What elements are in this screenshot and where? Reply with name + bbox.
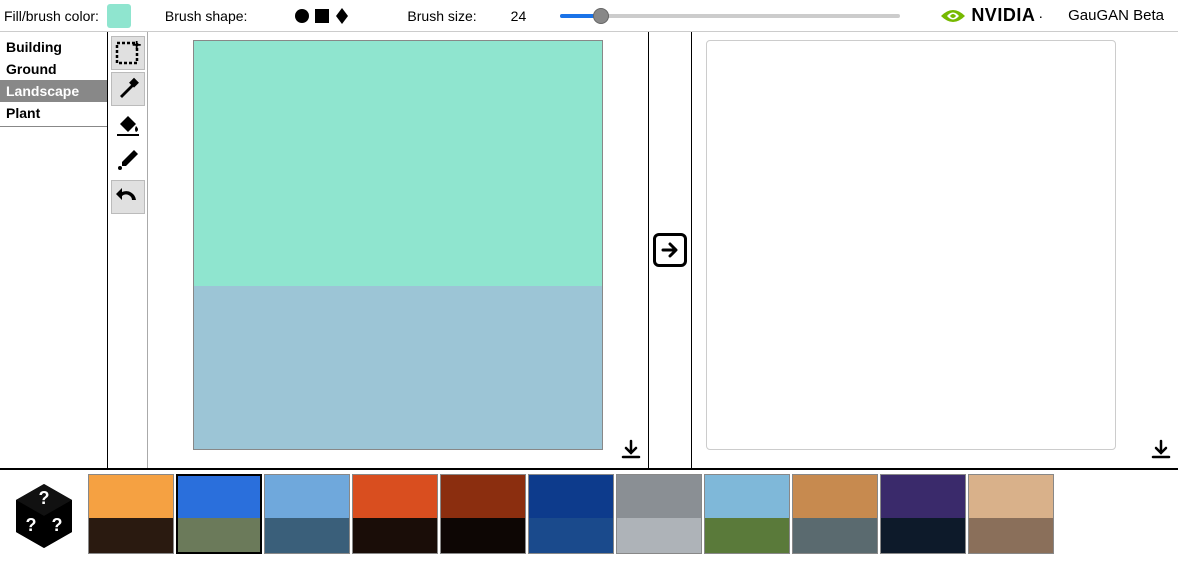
arrow-right-icon (660, 240, 680, 260)
style-thumb-sunset-red[interactable] (352, 474, 438, 554)
category-item-landscape[interactable]: Landscape (0, 80, 107, 102)
app-title: GauGAN Beta (1068, 7, 1164, 24)
style-thumb-golden-clouds[interactable] (792, 474, 878, 554)
style-thumb-purple-sunset[interactable] (880, 474, 966, 554)
svg-text:?: ? (39, 488, 50, 508)
download-segmentation-button[interactable] (620, 439, 642, 464)
nvidia-logo: NVIDIA. (939, 5, 1042, 26)
category-item-building[interactable]: Building (0, 36, 107, 58)
undo-icon (114, 182, 142, 213)
brush-icon (114, 74, 142, 105)
eyedropper-tool-button[interactable] (111, 144, 145, 178)
random-style-button[interactable]: ??? (2, 474, 86, 554)
style-thumb-grey-storm[interactable] (616, 474, 702, 554)
svg-text:+: + (132, 38, 141, 54)
svg-text:?: ? (26, 515, 37, 535)
brush-size-value: 24 (511, 8, 527, 24)
seg-region-bottom (194, 286, 602, 449)
top-toolbar: Fill/brush color: Brush shape: Brush siz… (0, 0, 1178, 32)
eyedropper-icon (114, 146, 142, 177)
style-thumbnail-strip: ??? (0, 470, 1178, 558)
dice-icon: ??? (5, 477, 83, 551)
brush-size-label: Brush size: (407, 8, 476, 24)
style-thumb-lake-deep-blue[interactable] (528, 474, 614, 554)
style-thumb-road-blue-sky[interactable] (176, 474, 262, 554)
download-icon (1150, 439, 1172, 461)
style-thumb-dusk-dark-red[interactable] (440, 474, 526, 554)
download-icon (620, 439, 642, 461)
output-column (692, 32, 1178, 468)
generate-column (648, 32, 692, 468)
generate-button[interactable] (653, 233, 687, 267)
download-output-button[interactable] (1150, 439, 1172, 464)
segmentation-canvas[interactable] (193, 40, 603, 450)
fill-icon (114, 110, 142, 141)
style-thumb-green-hills[interactable] (704, 474, 790, 554)
nvidia-eye-icon (939, 6, 967, 26)
category-item-ground[interactable]: Ground (0, 58, 107, 80)
style-thumb-ocean-clouds[interactable] (264, 474, 350, 554)
style-thumb-sunset-orange[interactable] (88, 474, 174, 554)
nvidia-logo-text: NVIDIA (971, 5, 1035, 26)
fill-tool-button[interactable] (111, 108, 145, 142)
brush-shape-label: Brush shape: (165, 8, 248, 24)
new-canvas-icon: + (114, 38, 142, 69)
shape-square-button[interactable] (313, 7, 331, 25)
new-canvas-tool-button[interactable]: + (111, 36, 145, 70)
segmentation-column (148, 32, 648, 468)
svg-text:?: ? (52, 515, 63, 535)
fill-color-label: Fill/brush color: (4, 8, 99, 24)
tool-strip: + (108, 32, 148, 468)
shape-circle-button[interactable] (293, 7, 311, 25)
seg-region-top (194, 41, 602, 286)
category-panel: BuildingGroundLandscapePlant (0, 32, 108, 468)
style-thumb-pale-sunset[interactable] (968, 474, 1054, 554)
brush-size-slider[interactable] (560, 14, 900, 18)
brush-shape-group (293, 7, 351, 25)
color-swatch[interactable] (107, 4, 131, 28)
brush-tool-button[interactable] (111, 72, 145, 106)
undo-tool-button[interactable] (111, 180, 145, 214)
shape-diamond-button[interactable] (333, 7, 351, 25)
output-canvas (706, 40, 1116, 450)
main-area: BuildingGroundLandscapePlant + (0, 32, 1178, 470)
category-item-plant[interactable]: Plant (0, 102, 107, 124)
